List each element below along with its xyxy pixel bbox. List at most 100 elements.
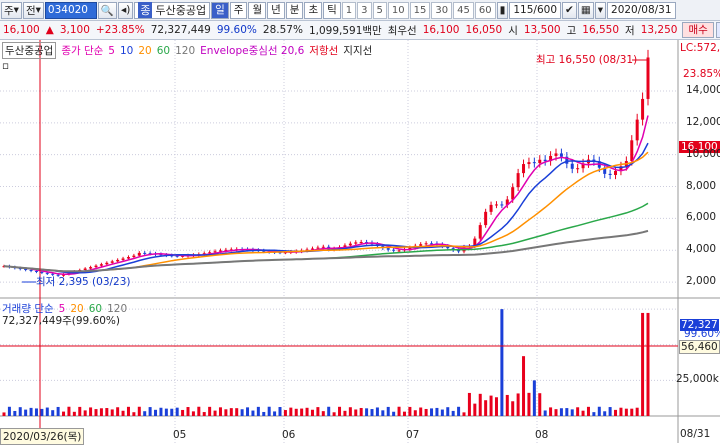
volume-bar xyxy=(419,407,423,416)
interval-45[interactable]: 45 xyxy=(453,1,474,19)
period-minute[interactable]: 분 xyxy=(285,1,304,19)
volume-bar xyxy=(289,407,293,416)
volume-bar xyxy=(424,408,428,416)
candle-body xyxy=(478,225,482,239)
volume-bar xyxy=(186,407,190,416)
period-tick[interactable]: 틱 xyxy=(323,1,341,19)
volume-bar xyxy=(202,412,206,416)
volume-bar xyxy=(570,409,574,416)
volume-bar xyxy=(143,411,147,416)
candle-body xyxy=(635,119,639,141)
current-price: 16,100 xyxy=(3,24,40,36)
up-arrow-icon: ▲ xyxy=(45,24,54,36)
period-week[interactable]: 주 xyxy=(229,1,248,19)
volume-bar xyxy=(121,410,125,416)
candle-body xyxy=(527,162,531,165)
candle-body xyxy=(397,250,401,252)
volume-bar xyxy=(554,409,558,416)
chevron-down-icon[interactable]: ▾ xyxy=(594,1,607,19)
volume-bar xyxy=(451,410,455,416)
vol-value-text: 72,327,449주(99.60%) xyxy=(2,315,121,327)
period-second[interactable]: 초 xyxy=(304,1,323,19)
market-select[interactable]: 전 ▾ xyxy=(22,1,44,19)
type-select[interactable]: 주 ▾ xyxy=(1,1,22,19)
period-month[interactable]: 월 xyxy=(248,1,267,19)
volume-bar xyxy=(641,312,645,416)
volume-bar xyxy=(338,406,342,416)
candle-body xyxy=(386,248,390,250)
candle-body xyxy=(29,269,33,271)
collapse-icon[interactable]: ▫ xyxy=(2,60,9,72)
volume-bar xyxy=(386,406,390,416)
interval-1[interactable]: 1 xyxy=(341,1,357,19)
volume-bar xyxy=(478,393,482,416)
volume-value: 72,327,449 xyxy=(150,24,211,36)
candle-body xyxy=(424,243,428,245)
chart-svg[interactable] xyxy=(0,40,720,443)
interval-10[interactable]: 10 xyxy=(387,1,409,19)
volume-bar xyxy=(614,409,618,416)
volume-bar xyxy=(67,406,71,416)
volume-bar xyxy=(532,380,536,416)
y-tick-label: 2,000 xyxy=(686,275,717,288)
interval-60[interactable]: 60 xyxy=(474,1,496,19)
axis-top-value: LC:572,2 xyxy=(680,42,720,54)
candle-body xyxy=(516,173,520,188)
stock-badge-icon: 종 xyxy=(138,2,153,18)
low-label: 저 xyxy=(625,24,635,37)
candle-body xyxy=(310,248,314,250)
volume-bar xyxy=(7,406,11,416)
volume-bar xyxy=(224,409,228,416)
candle-body xyxy=(143,252,147,254)
date-field[interactable]: 2020/08/31 xyxy=(607,1,676,19)
volume-bar xyxy=(267,406,271,416)
candle-body xyxy=(554,153,558,156)
chart-area[interactable]: 두산중공업 종가 단순 5 10 20 60 120 Envelope중심선 2… xyxy=(0,40,720,445)
month-label: 07 xyxy=(406,429,420,441)
volume-bar xyxy=(435,407,439,416)
volume-bar xyxy=(300,408,304,416)
candle-body xyxy=(218,250,222,252)
volume-bar xyxy=(597,406,601,416)
interval-15[interactable]: 15 xyxy=(409,1,431,19)
volume-bar xyxy=(321,411,325,416)
period-year[interactable]: 년 xyxy=(267,1,285,19)
code-input[interactable]: 034020 xyxy=(44,1,97,19)
grid-icon[interactable]: ▦ xyxy=(577,1,594,19)
lock-icon[interactable]: ✔ xyxy=(562,1,577,19)
interval-3[interactable]: 3 xyxy=(357,1,372,19)
high-label: 고 xyxy=(566,24,577,37)
volume-bar xyxy=(343,410,347,416)
volume-bar xyxy=(484,400,488,416)
volume-bar xyxy=(576,407,580,416)
count-field[interactable]: 115/600 xyxy=(509,1,561,19)
volume-bar xyxy=(619,407,623,416)
volume-bar xyxy=(29,407,33,416)
candle-body xyxy=(494,204,498,206)
price-change-pct: +23.85% xyxy=(95,24,145,36)
volume-bar xyxy=(348,407,352,416)
volume-bar xyxy=(191,411,195,416)
cursor-date: 2020/03/26(목) xyxy=(0,428,85,445)
toolbar: 주 ▾ 전 ▾ 034020 🔍 ◂) 종 두산중공업 일 주 월 년 분 초 틱 … xyxy=(0,0,720,21)
volume-bar xyxy=(116,407,120,416)
legend-ma5: 5 xyxy=(108,44,115,57)
buy-button[interactable]: 매수 xyxy=(682,22,714,38)
bars-icon[interactable]: ▮ xyxy=(496,1,509,19)
stock-name-field[interactable]: 종 두산중공업 xyxy=(134,1,211,19)
candle-body xyxy=(126,257,130,259)
volume-bar xyxy=(549,407,553,416)
y-tick-label: 4,000 xyxy=(686,243,717,256)
legend-ma10: 10 xyxy=(119,44,134,57)
interval-30[interactable]: 30 xyxy=(431,1,453,19)
sell-button[interactable]: 매도 xyxy=(715,22,720,38)
search-icon[interactable]: 🔍 xyxy=(97,1,117,19)
volume-bar xyxy=(473,403,477,416)
volume-bar xyxy=(522,356,526,416)
volume-bar xyxy=(408,406,412,416)
speaker-icon[interactable]: ◂) xyxy=(117,1,134,19)
axis-top-pct: 23.85% xyxy=(683,68,720,80)
legend-ma120: 120 xyxy=(175,44,196,57)
period-day[interactable]: 일 xyxy=(211,1,229,19)
interval-5[interactable]: 5 xyxy=(372,1,387,19)
